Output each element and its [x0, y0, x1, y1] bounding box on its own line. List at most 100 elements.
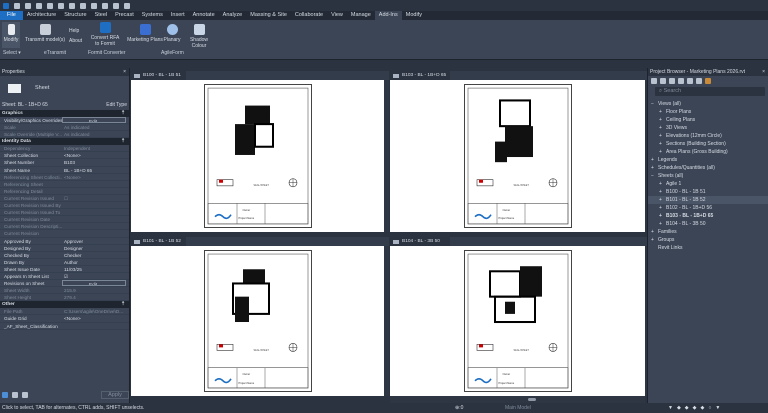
property-value[interactable]: 11/03/25	[62, 266, 129, 272]
expand-icon[interactable]: +	[651, 236, 658, 244]
model-selector[interactable]: Main Model	[505, 403, 531, 413]
expand-icon[interactable]: +	[659, 212, 666, 220]
browser-tool-icon[interactable]	[651, 77, 657, 84]
browser-item[interactable]: + B101 - BL - 1B 52	[648, 196, 768, 204]
worksets-icon[interactable]: ⊕:0	[455, 403, 463, 413]
browser-item[interactable]: + B103 - BL - 1B+D 65	[648, 212, 768, 220]
property-value[interactable]: Checker	[62, 252, 129, 258]
tab-analyze[interactable]: Analyze	[219, 11, 247, 20]
home-icon[interactable]	[14, 2, 20, 9]
print-icon[interactable]	[80, 2, 86, 9]
tab-modify[interactable]: Modify	[402, 11, 426, 20]
sheet-view[interactable]: SEAL/SHEET Owner Project Name	[390, 246, 645, 396]
tab-annotate[interactable]: Annotate	[189, 11, 219, 20]
view-tab[interactable]: B104 - BL - 3B 50	[390, 237, 450, 246]
help-button[interactable]: Help	[69, 28, 79, 34]
view-tab[interactable]: B100 - BL - 1B 51	[131, 71, 186, 80]
tab-insert[interactable]: Insert	[167, 11, 189, 20]
tab-collaborate[interactable]: Collaborate	[291, 11, 327, 20]
browser-item[interactable]: + Area Plans (Gross Building)	[648, 148, 768, 156]
expand-icon[interactable]: +	[659, 188, 666, 196]
marketing-plans-button[interactable]: Marketing Plans	[127, 24, 163, 43]
browser-item[interactable]: − Sheets (all)	[648, 172, 768, 180]
text-icon[interactable]	[102, 2, 108, 9]
sort-asc-icon[interactable]	[12, 392, 18, 398]
expand-icon[interactable]: +	[659, 124, 666, 132]
expand-icon[interactable]: +	[659, 140, 666, 148]
browser-item[interactable]: + Elevations (12mm Circle)	[648, 132, 768, 140]
browser-item[interactable]: + Agile 1	[648, 180, 768, 188]
section-header[interactable]: Identity Data ⇡	[0, 138, 129, 146]
type-selector[interactable]: Sheet	[0, 76, 129, 100]
tab-steel[interactable]: Steel	[91, 11, 112, 20]
undo-icon[interactable]	[58, 2, 64, 9]
property-value[interactable]: <None>	[62, 152, 129, 158]
property-value[interactable]: B103	[62, 159, 129, 165]
browser-item[interactable]: + B100 - BL - 1B 51	[648, 188, 768, 196]
redo-icon[interactable]	[69, 2, 75, 9]
open-icon[interactable]	[25, 2, 31, 9]
sync-icon[interactable]	[47, 2, 53, 9]
tab-view[interactable]: View	[327, 11, 347, 20]
expand-icon[interactable]: +	[651, 228, 658, 236]
scroll-thumb[interactable]	[528, 398, 536, 401]
browser-tool-icon[interactable]	[678, 77, 684, 84]
select-dropdown[interactable]: Select ▾	[3, 50, 21, 56]
shadow-colour-button[interactable]: Shadow Colour	[182, 24, 216, 49]
sheet-view[interactable]: SEAL/SHEET Owner Project Name	[390, 80, 645, 232]
save-icon[interactable]	[36, 2, 42, 9]
vertical-scrollbar[interactable]	[384, 246, 389, 396]
browser-tool-icon[interactable]	[687, 77, 693, 84]
property-value[interactable]: <None>	[62, 315, 129, 321]
browser-item[interactable]: + Groups	[648, 236, 768, 244]
tab-file[interactable]: File	[0, 11, 23, 20]
measure-icon[interactable]	[91, 2, 97, 9]
sheet-view[interactable]: SEAL/SHEET Owner Project Name	[131, 80, 384, 232]
expand-icon[interactable]: +	[651, 164, 658, 172]
browser-item[interactable]: + Schedules/Quantities (all)	[648, 164, 768, 172]
expand-icon[interactable]: +	[659, 204, 666, 212]
browser-item[interactable]: +3D Views	[648, 124, 768, 132]
property-value[interactable]: Designer	[62, 245, 129, 251]
revit-logo-icon[interactable]	[3, 2, 9, 9]
tab-structure[interactable]: Structure	[60, 11, 90, 20]
tab-architecture[interactable]: Architecture	[23, 11, 60, 20]
section-header[interactable]: Graphics ⇡	[0, 110, 129, 117]
browser-tool-icon[interactable]	[696, 77, 702, 84]
modify-button[interactable]: Modify	[2, 22, 20, 48]
browser-search-input[interactable]: ⌕ Search	[655, 87, 765, 96]
link-icon[interactable]	[705, 77, 711, 84]
expand-icon[interactable]: +	[659, 220, 666, 228]
3d-view-icon[interactable]	[113, 2, 119, 9]
browser-item[interactable]: + B102 - BL - 1B+D 56	[648, 204, 768, 212]
tab-add-ins[interactable]: Add-Ins	[374, 11, 402, 20]
browser-tool-icon[interactable]	[660, 77, 666, 84]
expand-icon[interactable]: +	[659, 148, 666, 156]
transmit-button[interactable]: Transmit model(s)	[24, 24, 66, 43]
browser-item[interactable]: + Sections (Building Section)	[648, 140, 768, 148]
tab-precast[interactable]: Precast	[111, 11, 138, 20]
convert-rfa-button[interactable]: Convert RFA to Formit	[90, 22, 120, 47]
property-value[interactable]: BL - 1B+D 65	[62, 167, 129, 173]
expand-icon[interactable]: +	[659, 116, 666, 124]
about-button[interactable]: About	[69, 38, 82, 44]
expand-icon[interactable]: +	[659, 180, 666, 188]
edit-button[interactable]: Edit...	[62, 280, 126, 287]
expand-icon[interactable]: +	[659, 196, 666, 204]
tab-manage[interactable]: Manage	[347, 11, 375, 20]
sort-desc-icon[interactable]	[22, 392, 28, 398]
browser-tool-icon[interactable]	[669, 77, 675, 84]
horizontal-scrollbar[interactable]	[390, 396, 645, 403]
view-tab[interactable]: B103 - BL - 1B+D 65	[390, 71, 450, 80]
browser-item[interactable]: + B104 - BL - 3B 50	[648, 220, 768, 228]
vertical-scrollbar[interactable]	[384, 80, 389, 232]
section-header[interactable]: Other ⇡	[0, 301, 129, 309]
browser-item[interactable]: + Legends	[648, 156, 768, 164]
sheet-view[interactable]: SEAL/SHEET Owner Project Name	[131, 246, 384, 396]
expand-icon[interactable]: −	[651, 172, 658, 180]
instance-selector[interactable]: Sheet: BL - 1B+D 65	[2, 102, 48, 108]
categorize-icon[interactable]	[2, 392, 8, 398]
close-icon[interactable]: ×	[123, 68, 126, 76]
edit-button[interactable]: Edit...	[62, 117, 126, 124]
switch-windows-icon[interactable]	[124, 2, 130, 9]
